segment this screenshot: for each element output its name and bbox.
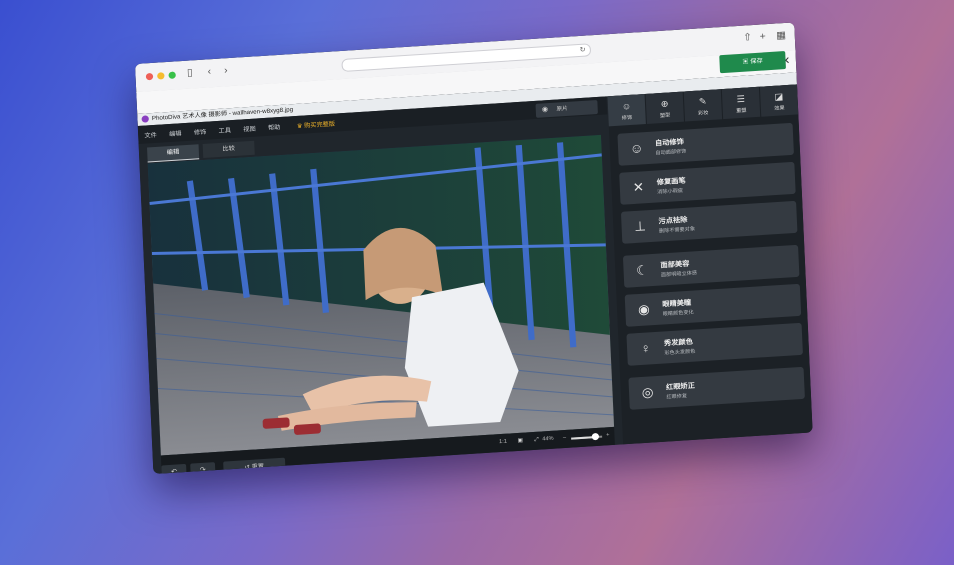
tool-subtitle: 面部明暗立体感	[660, 270, 698, 279]
tab-makeup-label: 彩妆	[697, 110, 709, 117]
save-icon: ▣	[742, 59, 751, 66]
upgrade-link[interactable]: ♛ 购买完整版	[297, 119, 336, 130]
tool-subtitle: 消除小瑕疵	[657, 187, 684, 196]
forward-icon[interactable]: ›	[224, 65, 228, 77]
zoom-in-icon[interactable]: +	[606, 432, 610, 438]
save-label: 保存	[750, 58, 763, 66]
menu-tools[interactable]: 工具	[218, 125, 231, 135]
zoom-out-icon[interactable]: –	[563, 435, 566, 441]
tab-retouch[interactable]: ☺ 修饰	[607, 94, 646, 127]
close-window-dot[interactable]	[145, 72, 154, 81]
app-window: ▯ ‹ › ↻ ⇧ + ▦ – ▢ ✕ PhotoDiva 艺术人像 摄影师 -…	[135, 22, 813, 475]
photo-canvas[interactable]	[147, 134, 615, 456]
menu-retouch[interactable]: 修饰	[194, 127, 207, 137]
app-logo-icon	[141, 115, 149, 123]
minimize-window-dot[interactable]	[157, 72, 165, 80]
tool-subtitle: 自动面部修饰	[655, 148, 687, 157]
fullscreen-icon[interactable]: ⤢	[534, 437, 539, 444]
face-scan-icon: ☺	[629, 140, 644, 157]
menu-file[interactable]: 文件	[144, 130, 157, 140]
tool-eye-color[interactable]: ◉ 眼睛美瞳 眼睛颜色变化	[624, 283, 802, 327]
tool-auto-retouch[interactable]: ☺ 自动修饰 自动面部修饰	[617, 122, 794, 166]
tool-title: 自动修饰	[654, 138, 685, 148]
fit-screen-icon[interactable]: ▣	[517, 438, 523, 444]
share-icon[interactable]: ⇧	[743, 32, 752, 45]
desktop-background: ▯ ‹ › ↻ ⇧ + ▦ – ▢ ✕ PhotoDiva 艺术人像 摄影师 -…	[0, 0, 954, 565]
tool-title: 修复画笔	[656, 177, 686, 187]
tool-subtitle: 彩色头发颜色	[664, 348, 696, 357]
tool-subtitle: 删除不需要对象	[658, 226, 696, 235]
stamp-icon: ⊥	[633, 218, 647, 235]
tool-title: 眼睛美瞳	[662, 299, 692, 309]
tool-title: 红眼矫正	[665, 382, 696, 392]
tab-effects-label: 效果	[774, 105, 785, 112]
zoom-actual-size-button[interactable]: 1:1	[499, 439, 507, 445]
tab-effects[interactable]: ◪ 效果	[759, 84, 799, 117]
tool-red-eye-correction[interactable]: ◎ 红眼矫正 红眼修复	[628, 366, 805, 410]
sidebar-icon[interactable]: ▯	[187, 67, 193, 79]
undo-icon: ↶	[170, 468, 178, 475]
tool-healing-brush[interactable]: ✕ 修复画笔 消除小瑕疵	[619, 161, 796, 205]
hair-icon: ♀	[640, 340, 652, 356]
zoom-slider-knob[interactable]	[591, 432, 599, 441]
tool-hair-color[interactable]: ♀ 秀发颜色 彩色头发颜色	[626, 322, 803, 366]
reset-label: 重置	[251, 464, 265, 471]
tool-title: 污点祛除	[658, 216, 688, 226]
tool-blemish-removal[interactable]: ⊥ 污点祛除 删除不需要对象	[620, 200, 798, 244]
undo-button[interactable]: ↶	[161, 463, 187, 475]
tool-title: 秀发颜色	[663, 338, 694, 348]
tab-reshape-label: 重塑	[736, 107, 747, 115]
upgrade-label: 购买完整版	[304, 121, 336, 130]
menu-help[interactable]: 帮助	[268, 122, 281, 132]
tab-shape-label: 塑型	[659, 112, 671, 120]
tool-subtitle: 眼睛颜色变化	[662, 309, 694, 318]
tab-makeup[interactable]: ✎ 彩妆	[683, 89, 723, 122]
tab-reshape[interactable]: ☰ 重塑	[721, 86, 761, 120]
tool-face-beauty[interactable]: ☾ 面部美容 面部明暗立体感	[622, 244, 800, 288]
zoom-percent: 44%	[542, 435, 554, 443]
original-toggle-label: 原片	[556, 105, 568, 113]
maximize-window-dot[interactable]	[168, 71, 176, 79]
menu-view[interactable]: 视图	[243, 124, 256, 134]
retouch-panel: ☺ 修饰 ⊕ 塑型 ✎ 彩妆 ☰ 重塑 ◪ 效果 ☺ 自动修饰 自动面部修饰 ✕…	[607, 84, 813, 445]
bandage-icon: ✕	[632, 179, 645, 196]
red-eye-icon: ◎	[641, 384, 654, 401]
photodiva-app: PhotoDiva 艺术人像 摄影师 - wallhaven-w8xyg8.jp…	[137, 51, 813, 475]
redo-button[interactable]: ↷	[190, 462, 216, 475]
redo-icon: ↷	[199, 466, 207, 475]
reload-icon[interactable]: ↻	[579, 45, 586, 56]
zoom-slider[interactable]	[571, 432, 603, 441]
back-icon[interactable]: ‹	[207, 66, 211, 78]
photo-illustration	[147, 134, 615, 456]
view-tabs: 编辑 比较	[147, 140, 255, 163]
tab-compare[interactable]: 比较	[202, 140, 255, 158]
face-profile-icon: ☾	[635, 262, 649, 279]
tab-retouch-label: 修饰	[621, 114, 633, 122]
tool-title: 面部美容	[660, 260, 690, 270]
tab-shape[interactable]: ⊕ 塑型	[645, 91, 685, 124]
tool-subtitle: 红眼修复	[666, 393, 688, 401]
tab-overview-icon[interactable]: ▦	[776, 30, 786, 43]
eye-icon: ◉	[541, 106, 549, 114]
reset-button[interactable]: ↺ 重置	[223, 457, 286, 475]
eye-icon: ◉	[637, 301, 651, 318]
menu-edit[interactable]: 编辑	[169, 128, 182, 138]
new-tab-icon[interactable]: +	[759, 31, 766, 43]
